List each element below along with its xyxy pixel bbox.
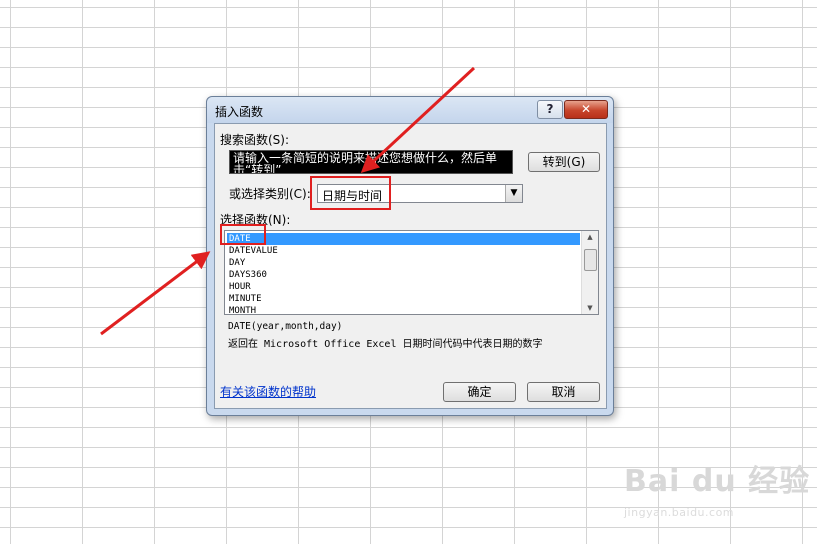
help-button[interactable]: ? [537,100,563,119]
dialog-title: 插入函数 [215,105,264,119]
function-item-days360[interactable]: DAYS360 [227,269,580,281]
watermark-url: jingyan.baidu.com [624,506,735,519]
watermark-brand: Bai du 经验 [624,464,811,499]
category-label: 或选择类别(C): [229,187,311,201]
search-function-label: 搜索函数(S): [220,133,290,147]
goto-button[interactable]: 转到(G) [528,152,600,172]
function-item-datevalue[interactable]: DATEVALUE [227,245,580,257]
insert-function-dialog: 插入函数 ? ✕ 搜索函数(S): 请输入一条简短的说明来描述您想做什么，然后单… [206,96,614,416]
dialog-titlebar[interactable]: 插入函数 ? ✕ [207,97,613,123]
function-item-date[interactable]: DATE [227,233,580,245]
function-item-minute[interactable]: MINUTE [227,293,580,305]
arrow-to-date [100,251,211,336]
search-function-input[interactable]: 请输入一条简短的说明来描述您想做什么，然后单击“转到” [229,150,513,174]
function-list-scrollbar[interactable]: ▲ ▼ [581,231,598,314]
scroll-up-icon[interactable]: ▲ [582,231,598,243]
function-syntax: DATE(year,month,day) [228,321,343,332]
function-help-link[interactable]: 有关该函数的帮助 [220,383,316,400]
function-listbox[interactable]: DATE DATEVALUE DAY DAYS360 HOUR MINUTE M… [224,230,599,315]
scroll-down-icon[interactable]: ▼ [582,302,598,314]
function-item-hour[interactable]: HOUR [227,281,580,293]
cancel-button[interactable]: 取消 [527,382,600,402]
dialog-body: 搜索函数(S): 请输入一条简短的说明来描述您想做什么，然后单击“转到” 转到(… [214,123,607,409]
baidu-watermark: Bai du 经验 [624,456,810,500]
function-description: 返回在 Microsoft Office Excel 日期时间代码中代表日期的数… [228,339,543,350]
close-button[interactable]: ✕ [564,100,608,119]
category-highlight-box [310,176,391,210]
date-highlight-box [220,224,266,245]
function-item-day[interactable]: DAY [227,257,580,269]
function-item-month[interactable]: MONTH [227,305,580,314]
scrollbar-thumb[interactable] [584,249,597,271]
chevron-down-icon[interactable]: ▼ [505,185,522,202]
ok-button[interactable]: 确定 [443,382,516,402]
